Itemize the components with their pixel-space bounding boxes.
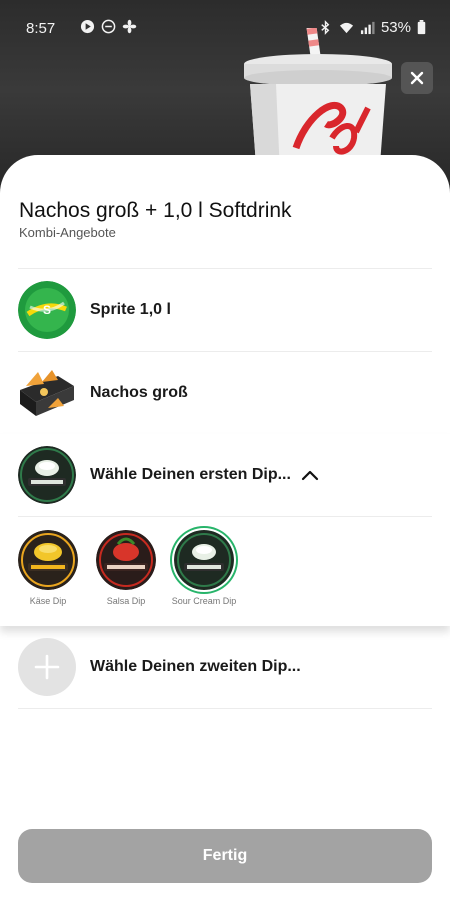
fan-icon [122,19,137,34]
dip2-label: Wähle Deinen zweiten Dip... [90,658,301,675]
item-label: Sprite 1,0 l [90,301,171,318]
sour-cream-dip-logo [174,530,234,590]
bluetooth-icon [321,20,330,35]
done-button[interactable]: Fertig [18,829,432,883]
kaese-dip-logo [18,530,78,590]
page-subtitle: Kombi-Angebote [19,225,116,240]
do-not-disturb-icon [101,19,116,34]
dip1-section: Wähle Deinen ersten Dip... Käse Dip Sals… [0,434,450,626]
close-button[interactable] [401,62,433,94]
sprite-bottle-logo: S [18,281,76,339]
nachos-box-image [18,364,76,422]
dip-option-label: Sour Cream Dip [171,596,237,606]
chevron-up-icon [301,470,319,481]
status-time: 8:57 [26,20,56,37]
battery-icon [417,20,426,35]
list-item-nachos[interactable]: Nachos groß [18,351,432,434]
dip1-selector[interactable]: Wähle Deinen ersten Dip... [18,434,432,517]
status-bar: 8:57 53% [0,0,450,60]
svg-text:S: S [43,303,51,317]
list-item-sprite[interactable]: S Sprite 1,0 l [18,268,432,351]
salsa-dip-logo [96,530,156,590]
dip2-selector[interactable]: Wähle Deinen zweiten Dip... [18,626,432,709]
dip-option-salsa[interactable]: Salsa Dip [94,530,158,606]
page-title: Nachos groß + 1,0 l Softdrink [19,199,292,222]
close-icon [410,71,424,85]
dip-option-kaese[interactable]: Käse Dip [16,530,80,606]
battery-percent: 53% [380,19,411,36]
play-icon [80,19,95,34]
dip-option-sour-cream[interactable]: Sour Cream Dip [172,530,236,606]
dip-option-label: Salsa Dip [106,596,146,606]
dip1-label: Wähle Deinen ersten Dip... [90,466,291,483]
plus-icon [18,638,76,696]
dip1-options: Käse Dip Salsa Dip Sour Cream Dip [16,530,236,606]
dip-option-label: Käse Dip [29,596,67,606]
item-label: Nachos groß [90,384,188,401]
signal-icon [360,21,375,35]
wifi-icon [339,22,354,34]
sour-cream-dip-logo [18,446,76,504]
